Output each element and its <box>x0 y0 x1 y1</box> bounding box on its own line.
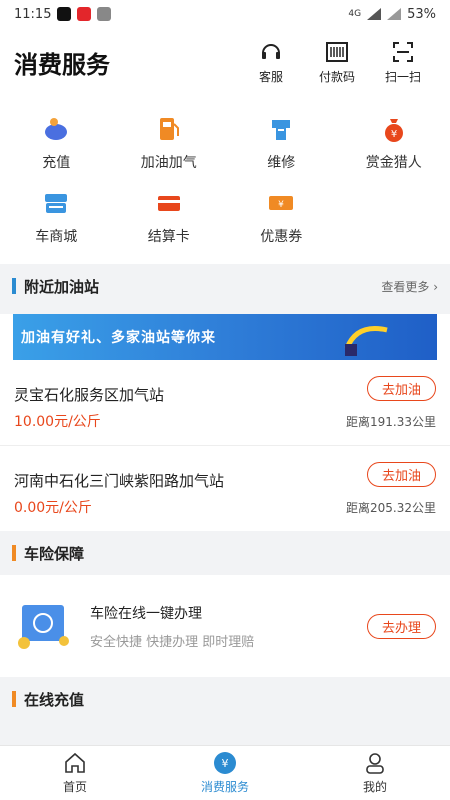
grid-item-settlement-card[interactable]: 结算卡 <box>113 188 226 246</box>
card-icon <box>157 196 180 211</box>
grid-item-fuel[interactable]: 加油加气 <box>113 114 226 172</box>
page-title: 消费服务 <box>14 50 110 79</box>
grid-item-repair[interactable]: 维修 <box>225 114 338 172</box>
tab-home[interactable]: 首页 <box>0 746 150 800</box>
tab-label: 我的 <box>362 780 387 794</box>
app-k-icon <box>77 7 92 21</box>
grid-label: 车商城 <box>35 229 78 245</box>
promo-banner[interactable]: 加油有好礼、多家油站等你来 <box>13 314 437 360</box>
go-refuel-button[interactable]: 去加油 <box>366 462 436 487</box>
station-name: 河南中石化三门峡紫阳路加气站 <box>14 472 225 490</box>
insurance-section-header: 车险保障 <box>0 531 450 575</box>
tab-label: 消费服务 <box>200 780 249 794</box>
store-icon <box>45 194 68 213</box>
safe-icon <box>18 605 69 649</box>
signal-icon <box>367 8 382 20</box>
grid-item-bounty[interactable]: ¥ 赏金猎人 <box>338 114 450 172</box>
section-bar <box>12 691 16 707</box>
grid-item-coupon[interactable]: ¥ 优惠券 <box>225 188 338 246</box>
customer-service-label: 客服 <box>258 69 283 84</box>
grid-item-recharge[interactable]: 充值 <box>0 114 113 172</box>
headset-icon <box>262 43 280 59</box>
svg-text:¥: ¥ <box>391 129 397 140</box>
banner-text: 加油有好礼、多家油站等你来 <box>21 330 216 346</box>
section-title: 在线充值 <box>24 690 85 709</box>
scan-icon <box>393 41 413 62</box>
recharge-section-header: 在线充值 <box>0 677 450 721</box>
insurance-subtitle: 安全快捷 快捷办理 即时理赔 <box>90 634 255 650</box>
status-time: 11:15 <box>14 6 52 22</box>
station-price: 10.00元/公斤 <box>14 414 101 430</box>
user-icon <box>366 753 384 774</box>
view-more-link[interactable]: 查看更多 › <box>381 278 438 295</box>
status-bar: 11:15 4G 53% <box>0 0 450 28</box>
station-name: 灵宝石化服务区加气站 <box>14 386 165 404</box>
tab-mine[interactable]: 我的 <box>300 746 450 800</box>
fuel-nozzle-icon <box>344 326 388 356</box>
grid-label: 优惠券 <box>260 229 303 245</box>
svg-text:¥: ¥ <box>222 757 229 770</box>
image-icon <box>97 7 112 21</box>
payment-code-label: 付款码 <box>318 69 355 84</box>
section-bar <box>12 545 16 561</box>
section-title: 附近加油站 <box>24 277 100 296</box>
station-row[interactable]: 灵宝石化服务区加气站 10.00元/公斤 去加油 距离191.33公里 <box>0 360 450 446</box>
page-header: 消费服务 客服 付款码 扫一扫 <box>0 28 450 96</box>
service-grid: 充值 加油加气 维修 ¥ 赏金猎人 车商城 结算卡 ¥ 优惠券 <box>0 96 450 254</box>
section-bar <box>12 278 16 294</box>
grid-label: 维修 <box>267 155 296 171</box>
piggy-bank-icon <box>45 118 68 140</box>
tab-consumer-services[interactable]: ¥ 消费服务 <box>150 746 300 800</box>
battery-level: 53% <box>407 6 436 22</box>
station-distance: 距离205.32公里 <box>346 501 436 515</box>
grid-item-car-mall[interactable]: 车商城 <box>0 188 113 246</box>
station-row[interactable]: 河南中石化三门峡紫阳路加气站 0.00元/公斤 去加油 距离205.32公里 <box>0 446 450 531</box>
payment-code-button[interactable]: 付款码 <box>304 40 370 85</box>
insurance-card[interactable]: 车险在线一键办理 安全快捷 快捷办理 即时理赔 去办理 <box>0 575 450 677</box>
bottom-tab-bar: 首页 ¥ 消费服务 我的 <box>0 745 450 800</box>
nearby-section-header: 附近加油站 查看更多 › <box>0 264 450 308</box>
money-bag-icon: ¥ <box>384 119 403 142</box>
grid-label: 加油加气 <box>140 155 197 171</box>
section-title: 车险保障 <box>24 544 85 563</box>
grid-label: 结算卡 <box>147 229 190 245</box>
barcode-icon <box>326 41 348 62</box>
customer-service-button[interactable]: 客服 <box>238 40 304 85</box>
home-icon <box>65 752 85 773</box>
tab-label: 首页 <box>62 780 87 794</box>
repair-shirt-icon <box>272 120 291 140</box>
go-refuel-button[interactable]: 去加油 <box>366 376 436 401</box>
grid-label: 充值 <box>42 155 71 171</box>
signal2-icon <box>387 8 402 20</box>
station-price: 0.00元/公斤 <box>14 500 92 516</box>
nearby-stations-card: 加油有好礼、多家油站等你来 灵宝石化服务区加气站 10.00元/公斤 去加油 距… <box>0 314 450 531</box>
go-handle-button[interactable]: 去办理 <box>366 613 436 639</box>
coupon-icon: ¥ <box>269 196 294 210</box>
yuan-circle-icon: ¥ <box>214 752 236 774</box>
insurance-title: 车险在线一键办理 <box>90 605 202 622</box>
tiktok-icon <box>57 7 72 21</box>
scan-label: 扫一扫 <box>384 69 421 84</box>
network-type: 4G <box>348 9 362 19</box>
svg-text:¥: ¥ <box>278 200 284 210</box>
station-distance: 距离191.33公里 <box>346 415 436 429</box>
fuel-pump-icon <box>159 118 179 140</box>
scan-button[interactable]: 扫一扫 <box>370 40 436 85</box>
grid-label: 赏金猎人 <box>365 155 422 171</box>
